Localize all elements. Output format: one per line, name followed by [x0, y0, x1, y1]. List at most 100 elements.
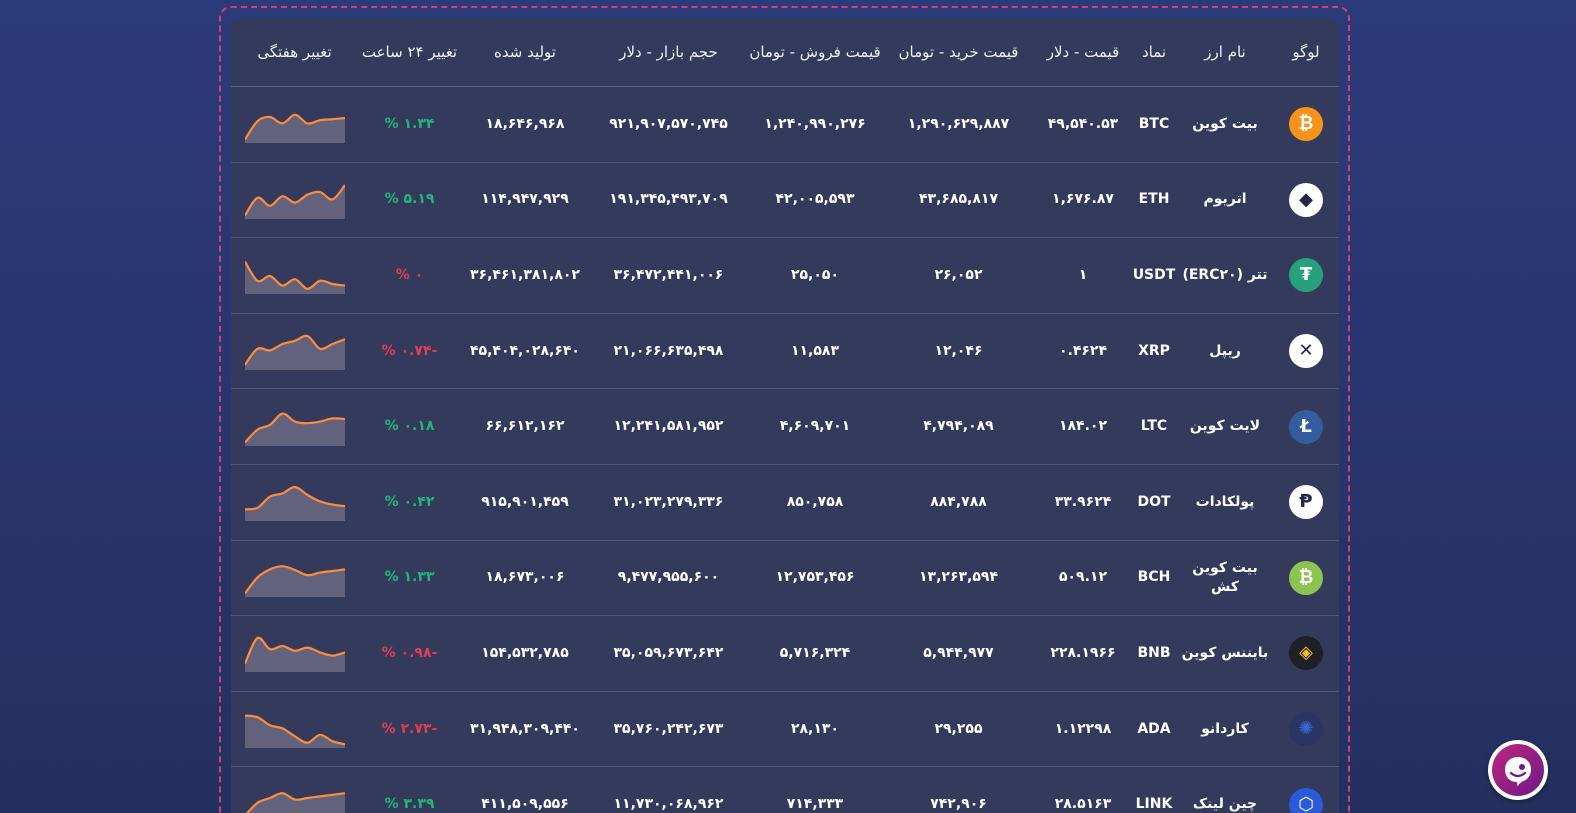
weekly-sparkline-chart — [244, 412, 345, 446]
supply: ۹۱۵,۹۰۱,۴۵۹ — [481, 493, 569, 510]
coin-name: چین لینک — [1192, 796, 1258, 813]
coin-name: ریپل — [1209, 342, 1241, 359]
weekly-sparkline-chart — [244, 261, 345, 295]
ripple-icon: ✕ — [1289, 334, 1323, 369]
price-usd: ۵۰۹.۱۲ — [1058, 569, 1108, 586]
header-symbol: نماد — [1141, 42, 1167, 61]
weekly-sparkline — [231, 786, 358, 813]
table-row[interactable]: ₿ بیت کوین BTC ۴۹,۵۴۰.۵۳ ۱,۲۹۰,۶۲۹,۸۸۷ ۱,۲۴۰,… — [231, 87, 1339, 163]
market-cap: ۹۲۱,۹۰۷,۵۷۰,۷۴۵ — [609, 115, 728, 132]
supply: ۶۶,۶۱۲,۱۶۲ — [485, 418, 565, 435]
market-cap: ۱۲,۲۴۱,۵۸۱,۹۵۲ — [613, 418, 724, 435]
weekly-sparkline — [231, 710, 358, 749]
coin-name: کاردانو — [1201, 720, 1249, 737]
coin-logo-cell: ✺ — [1273, 712, 1339, 747]
market-cap: ۳۶,۴۷۲,۴۴۱,۰۰۶ — [613, 267, 724, 284]
coin-symbol: LTC — [1140, 418, 1168, 435]
weekly-sparkline-chart — [244, 714, 345, 749]
header-buy-price: قیمت خرید - تومان — [898, 42, 1019, 61]
coin-logo-cell: Ᵽ — [1273, 485, 1339, 520]
change-24h: -۰.۹۸ % — [381, 645, 438, 662]
weekly-sparkline-chart — [244, 637, 345, 673]
buy-price: ۴,۷۹۴,۰۸۹ — [923, 418, 994, 435]
weekly-sparkline — [231, 559, 358, 597]
supply: ۱۵۴,۵۳۲,۷۸۵ — [481, 645, 569, 662]
change-24h: ۳.۳۹ % — [384, 796, 435, 813]
table-row[interactable]: ✺ کاردانو ADA ۱.۱۲۲۹۸ ۲۹,۲۵۵ ۲۸,۱۳۰ ۳۵,۷۶۰,۲۴۲… — [231, 692, 1339, 768]
price-usd: ۴۹,۵۴۰.۵۳ — [1047, 115, 1119, 132]
market-cap: ۳۵,۷۶۰,۲۴۲,۶۷۳ — [613, 720, 724, 737]
sell-price: ۲۵,۰۵۰ — [790, 267, 840, 284]
market-cap: ۳۱,۰۲۳,۲۷۹,۳۳۶ — [613, 493, 724, 510]
weekly-sparkline — [231, 181, 358, 219]
sell-price: ۱۱,۵۸۳ — [790, 342, 840, 359]
table-header-row: لوگو نام ارز نماد قیمت - دلار قیمت خرید … — [231, 18, 1339, 87]
weekly-sparkline — [231, 105, 358, 144]
buy-price: ۱,۲۹۰,۶۲۹,۸۸۷ — [907, 115, 1010, 132]
bitcoin-icon: ₿ — [1289, 107, 1323, 142]
table-row[interactable]: Ᵽ پولکادات DOT ۳۳.۹۶۲۴ ۸۸۴,۷۸۸ ۸۵۰,۷۵۸ ۳۱,۰۲۳,… — [231, 465, 1339, 541]
coin-logo-cell: ✕ — [1273, 334, 1339, 369]
weekly-sparkline — [231, 256, 358, 295]
change-24h: ۱.۳۳ % — [384, 569, 435, 586]
table-row[interactable]: ◆ اتریوم ETH ۱,۶۷۶.۸۷ ۴۳,۶۸۵,۸۱۷ ۴۲,۰۰۵,۵۹۳ ۱۹… — [231, 163, 1339, 239]
weekly-sparkline — [231, 408, 358, 446]
market-cap: ۱۹۱,۳۴۵,۴۹۳,۷۰۹ — [609, 191, 728, 208]
market-cap: ۲۱,۰۶۶,۶۳۵,۴۹۸ — [613, 342, 724, 359]
sell-price: ۱,۲۴۰,۹۹۰,۲۷۶ — [764, 115, 866, 132]
buy-price: ۴۳,۶۸۵,۸۱۷ — [919, 191, 998, 208]
coin-name: بیت کوین کش — [1192, 560, 1258, 595]
coin-name: بایننس کوین — [1181, 645, 1269, 662]
coin-logo-cell: ◆ — [1273, 182, 1339, 217]
coin-symbol: ADA — [1137, 720, 1171, 737]
change-24h: ۱.۳۴ % — [384, 115, 435, 132]
coin-logo-cell: ₮ — [1273, 258, 1339, 293]
buy-price: ۱۲,۰۴۶ — [934, 342, 983, 359]
coin-name: پولکادات — [1195, 493, 1255, 510]
price-usd: ۱ — [1078, 267, 1088, 284]
table-row[interactable]: ₿ بیت کوین کش BCH ۵۰۹.۱۲ ۱۳,۲۶۳,۵۹۴ ۱۲,۷۵۳,۴۵… — [231, 541, 1339, 617]
tether-icon: ₮ — [1289, 258, 1323, 293]
weekly-sparkline-chart — [244, 486, 345, 522]
polkadot-icon: Ᵽ — [1289, 485, 1323, 520]
coin-symbol: XRP — [1138, 342, 1170, 359]
table-row[interactable]: ◈ بایننس کوین BNB ۲۲۸.۱۹۶۶ ۵,۹۴۴,۹۷۷ ۵,۷۱۶,۳۲… — [231, 616, 1339, 692]
market-cap: ۹,۴۷۷,۹۵۵,۶۰۰ — [617, 569, 720, 586]
weekly-sparkline — [231, 634, 358, 673]
price-usd: ۱.۱۲۲۹۸ — [1054, 720, 1112, 737]
table-row[interactable]: Ł لایت کوین LTC ۱۸۴.۰۲ ۴,۷۹۴,۰۸۹ ۴,۶۰۹,۷۰۱ ۱۲,… — [231, 389, 1339, 465]
binance-coin-icon: ◈ — [1289, 636, 1323, 671]
change-24h: -۲.۷۳ % — [381, 720, 438, 737]
table-row[interactable]: ₮ تتر (ERC۲۰) USDT ۱ ۲۶,۰۵۲ ۲۵,۰۵۰ ۳۶,۴۷۲,۴۴۱,… — [231, 238, 1339, 314]
cardano-icon: ✺ — [1289, 712, 1323, 747]
weekly-sparkline-chart — [244, 184, 345, 219]
sell-price: ۸۵۰,۷۵۸ — [786, 493, 844, 510]
sell-price: ۵,۷۱۶,۳۲۴ — [779, 645, 851, 662]
sell-price: ۴۲,۰۰۵,۵۹۳ — [775, 191, 855, 208]
sell-price: ۴,۶۰۹,۷۰۱ — [779, 418, 851, 435]
weekly-sparkline-chart — [244, 334, 345, 371]
change-24h: ۰.۴۲ % — [384, 493, 435, 510]
coin-logo-cell: ₿ — [1273, 560, 1339, 595]
bitcoin-cash-icon: ₿ — [1289, 560, 1323, 595]
market-cap: ۱۱,۷۳۰,۰۶۸,۹۶۲ — [613, 796, 724, 813]
table-row[interactable]: ⬡ چین لینک LINK ۲۸.۵۱۶۳ ۷۴۲,۹۰۶ ۷۱۴,۳۳۳ ۱۱,۷۳۰… — [231, 767, 1339, 813]
sparkline-area — [244, 715, 345, 749]
sparkline-area — [244, 262, 345, 295]
buy-price: ۲۶,۰۵۲ — [934, 267, 983, 284]
coin-symbol: BNB — [1137, 645, 1171, 662]
header-price-usd: قیمت - دلار — [1046, 42, 1120, 61]
sell-price: ۲۸,۱۳۰ — [790, 720, 840, 737]
crypto-price-table: لوگو نام ارز نماد قیمت - دلار قیمت خرید … — [231, 18, 1339, 813]
table-row[interactable]: ✕ ریپل XRP ۰.۴۶۲۴ ۱۲,۰۴۶ ۱۱,۵۸۳ ۲۱,۰۶۶,۶۳۵,۴۹۸… — [231, 314, 1339, 390]
weekly-sparkline — [231, 332, 358, 371]
change-24h: ۰.۱۸ % — [384, 418, 435, 435]
buy-price: ۸۸۴,۷۸۸ — [930, 493, 987, 510]
price-usd: ۳۳.۹۶۲۴ — [1054, 493, 1112, 510]
market-cap: ۳۵,۰۵۹,۶۷۳,۶۴۲ — [613, 645, 724, 662]
price-usd: ۱,۶۷۶.۸۷ — [1052, 191, 1114, 208]
coin-symbol: DOT — [1137, 493, 1171, 510]
chat-support-button[interactable] — [1488, 740, 1548, 800]
coin-symbol: BCH — [1137, 569, 1171, 586]
coin-name: تتر (ERC۲۰) — [1182, 267, 1268, 284]
